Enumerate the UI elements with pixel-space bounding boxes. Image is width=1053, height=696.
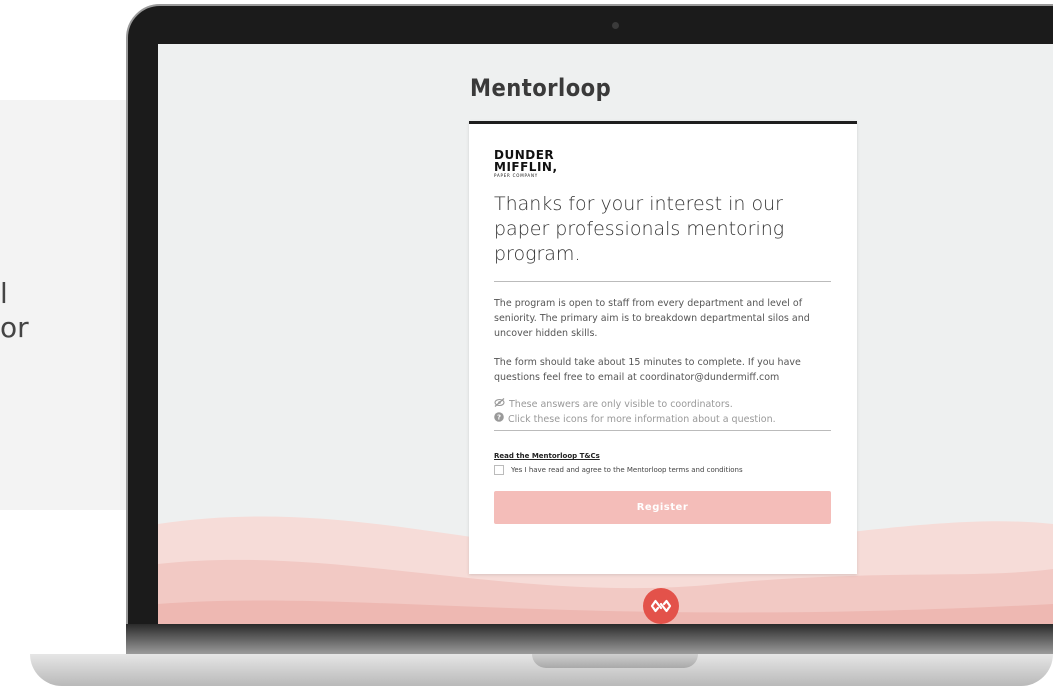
form-instructions: The form should take about 15 minutes to… [494, 357, 801, 383]
question-circle-icon: ? [494, 412, 504, 427]
laptop-base [0, 624, 1053, 696]
organization-logo: DUNDER MIFFLIN, PAPER COMPANY [494, 149, 831, 178]
agree-row[interactable]: Yes I have read and agree to the Mentorl… [494, 465, 831, 475]
background-text-line2: or [0, 311, 29, 344]
hint-private: These answers are only visible to coordi… [494, 397, 831, 412]
background-text: l or [0, 277, 29, 345]
app-brand-logo: Mentorloop [470, 74, 612, 102]
hint-info-text: Click these icons for more information a… [508, 414, 776, 425]
laptop-hinge [126, 624, 1053, 654]
program-description: The program is open to staff from every … [494, 298, 810, 339]
svg-text:?: ? [497, 414, 501, 422]
agree-label[interactable]: Yes I have read and agree to the Mentorl… [511, 466, 743, 474]
terms-link[interactable]: Read the Mentorloop T&Cs [494, 452, 600, 460]
laptop-screen: Mentorloop DUNDER MIFFLIN, PAPER COMPANY… [158, 44, 1053, 624]
organization-logo-line3: PAPER COMPANY [494, 173, 539, 178]
registration-card: DUNDER MIFFLIN, PAPER COMPANY Thanks for… [469, 121, 857, 574]
divider [494, 281, 831, 282]
mentorloop-infinity-icon [643, 588, 679, 624]
divider [494, 430, 831, 431]
hint-info: ? Click these icons for more information… [494, 412, 831, 427]
eye-slash-icon [494, 397, 505, 412]
hint-private-text: These answers are only visible to coordi… [509, 399, 733, 410]
hint-list: These answers are only visible to coordi… [494, 397, 831, 427]
background-text-line1: l [0, 277, 8, 310]
agree-checkbox[interactable] [494, 465, 504, 475]
camera-icon [612, 22, 619, 29]
page-title: Thanks for your interest in our paper pr… [494, 193, 785, 265]
laptop-notch [532, 654, 698, 668]
organization-logo-line2: MIFFLIN, [494, 160, 558, 174]
register-button[interactable]: Register [494, 491, 831, 524]
